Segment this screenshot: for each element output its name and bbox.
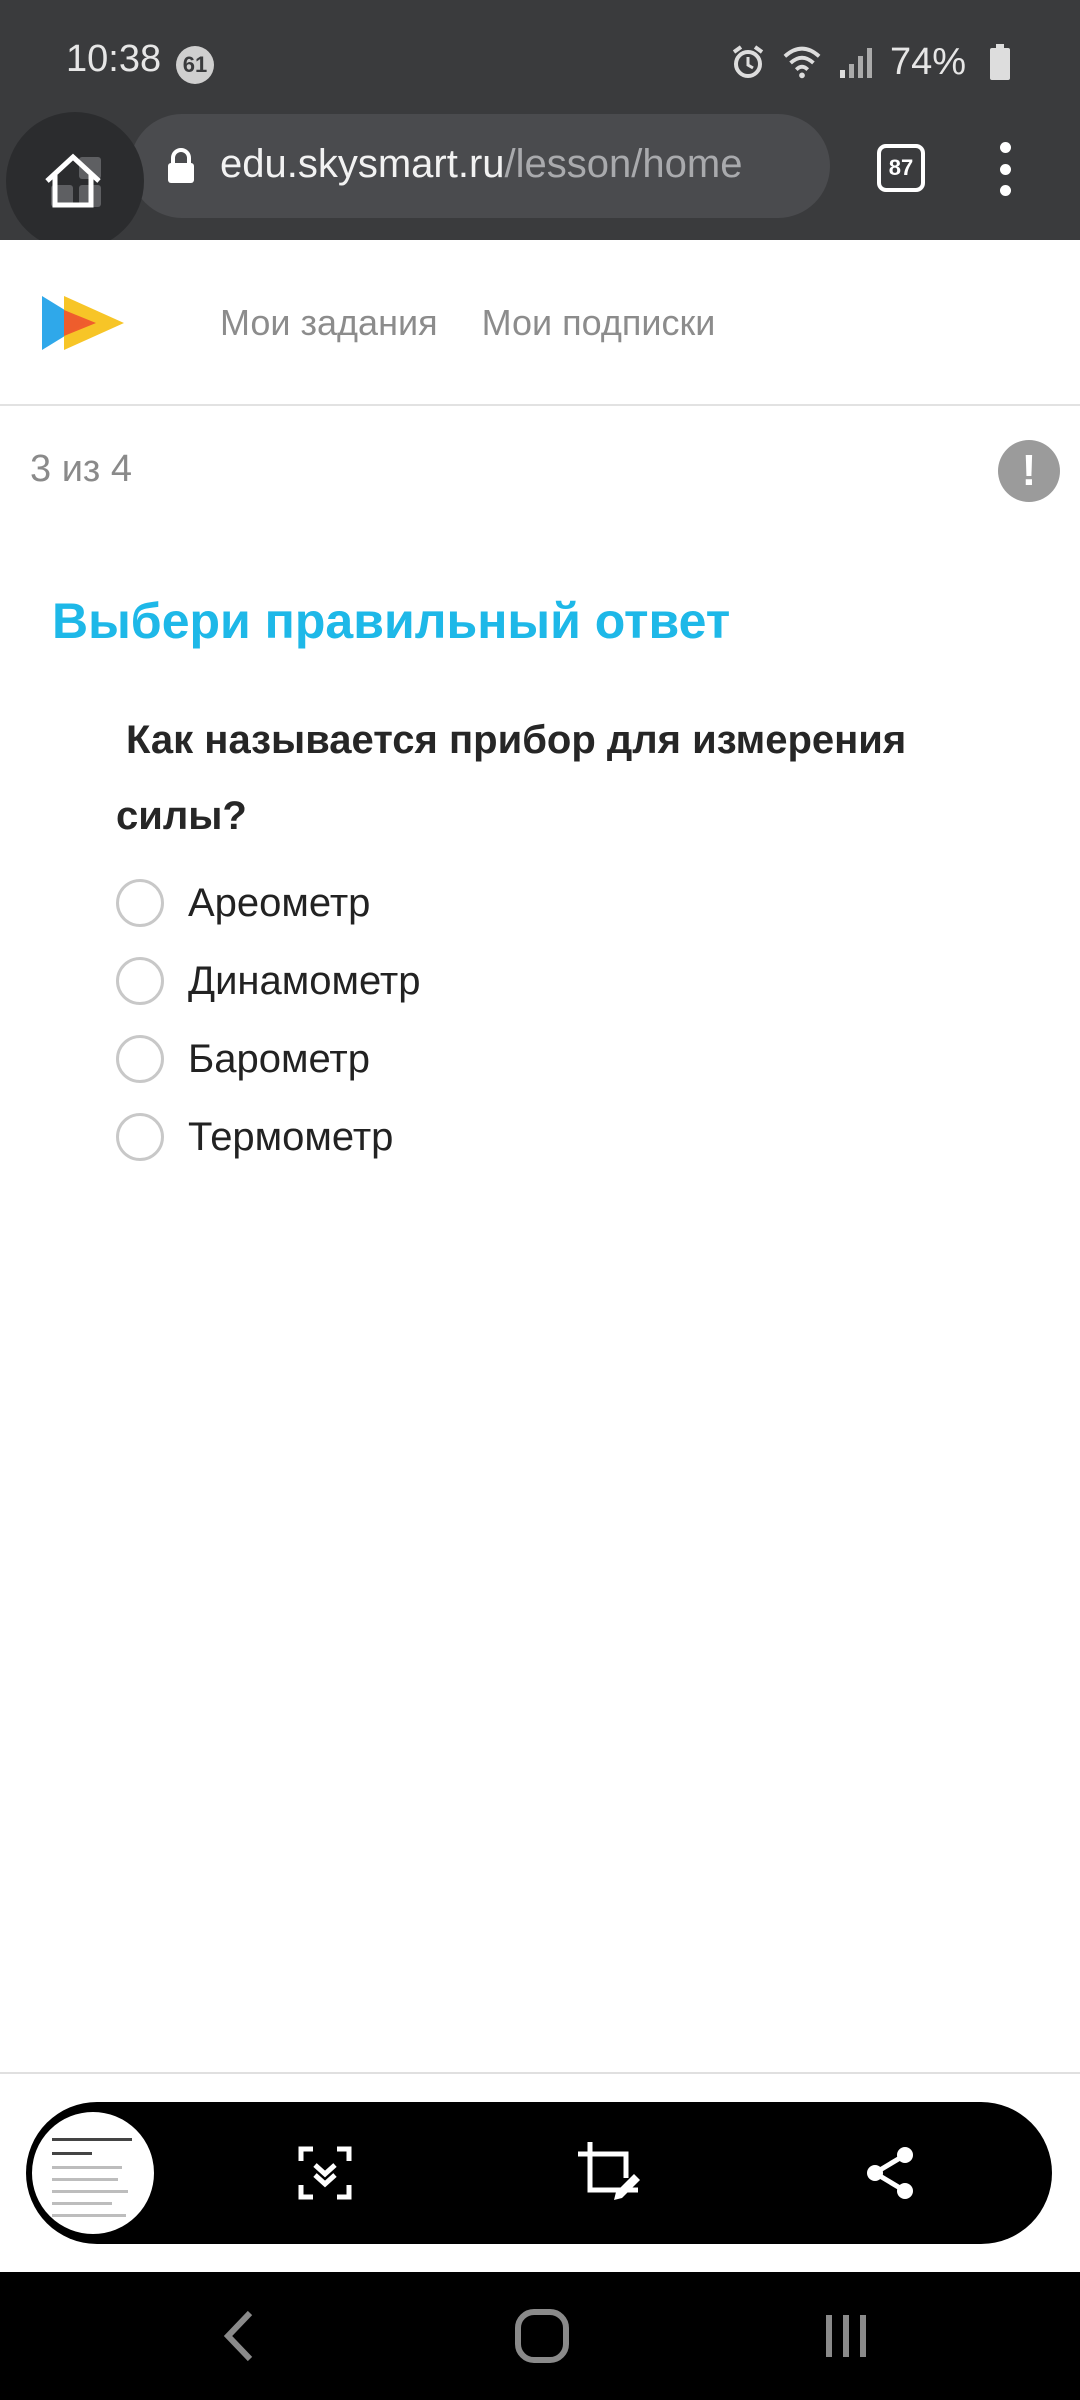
scroll-capture-button[interactable] (290, 2138, 360, 2208)
report-problem-button[interactable]: ! (998, 440, 1060, 502)
nav-my-subscriptions[interactable]: Мои подписки (482, 302, 716, 344)
share-icon (867, 2147, 913, 2199)
address-bar[interactable]: edu.skysmart.ru/lesson/home (130, 114, 830, 218)
alarm-icon (728, 42, 768, 82)
radio-button[interactable] (116, 1035, 164, 1083)
answer-option[interactable]: Динамометр (116, 942, 421, 1020)
menu-dot-icon (999, 163, 1011, 175)
url-host: edu.skysmart.ru (220, 142, 505, 186)
status-icons: 74% (728, 40, 1020, 84)
screenshot-thumbnail[interactable] (28, 2108, 158, 2238)
battery-percent: 74% (889, 40, 966, 83)
lock-icon (166, 148, 196, 184)
recents-button[interactable] (816, 2306, 876, 2366)
toolbar-divider (0, 2072, 1080, 2074)
notification-count-badge: 61 (176, 46, 214, 84)
back-icon (223, 2310, 253, 2362)
menu-dot-icon (999, 142, 1011, 153)
answer-option[interactable]: Ареометр (116, 864, 421, 942)
home-nav-button[interactable] (512, 2306, 572, 2366)
system-nav-bar (0, 2272, 1080, 2400)
answer-option[interactable]: Барометр (116, 1020, 421, 1098)
question-progress: 3 из 4 (30, 448, 133, 490)
nav-my-tasks[interactable]: Мои задания (220, 302, 438, 344)
status-bar: 10:38 61 74% (0, 0, 1080, 120)
answer-label: Термометр (188, 1114, 394, 1159)
url-text[interactable]: edu.skysmart.ru/lesson/home (220, 142, 780, 187)
share-button[interactable] (856, 2138, 926, 2208)
radio-button[interactable] (116, 1113, 164, 1161)
recents-icon (826, 2315, 866, 2357)
radio-button[interactable] (116, 957, 164, 1005)
tab-switcher-button[interactable]: 87 (877, 144, 925, 192)
answer-option[interactable]: Термометр (116, 1098, 421, 1176)
menu-dot-icon (999, 185, 1011, 196)
radio-button[interactable] (116, 879, 164, 927)
question-text: Как называется прибор для измерения силы… (116, 718, 907, 838)
skysmart-logo[interactable] (40, 292, 126, 354)
answer-label: Ареометр (188, 880, 371, 925)
scroll-capture-icon (298, 2146, 352, 2200)
answer-options: Ареометр Динамометр Барометр Термометр (116, 864, 421, 1176)
crop-edit-icon (578, 2142, 640, 2200)
home-icon (45, 153, 101, 208)
site-header: Мои задания Мои подписки (0, 240, 1080, 406)
status-time: 10:38 (66, 38, 162, 80)
url-path: /lesson/home (504, 142, 743, 186)
task-title: Выбери правильный ответ (52, 593, 731, 649)
battery-icon (980, 42, 1020, 82)
browser-menu-button[interactable] (990, 142, 1020, 196)
wifi-icon (782, 42, 822, 82)
answer-label: Динамометр (188, 958, 421, 1003)
home-button[interactable] (6, 112, 144, 250)
home-nav-icon (515, 2309, 569, 2363)
crop-edit-button[interactable] (574, 2138, 644, 2208)
back-button[interactable] (210, 2306, 270, 2366)
site-nav: Мои задания Мои подписки (220, 302, 715, 344)
address-bar-row: edu.skysmart.ru/lesson/home 87 (0, 112, 1080, 250)
browser-chrome: 10:38 61 74% edu.skysmart.ru/lesson/home (0, 0, 1080, 250)
answer-label: Барометр (188, 1036, 370, 1081)
signal-icon (836, 42, 876, 82)
screenshot-toolbar (26, 2102, 1052, 2244)
